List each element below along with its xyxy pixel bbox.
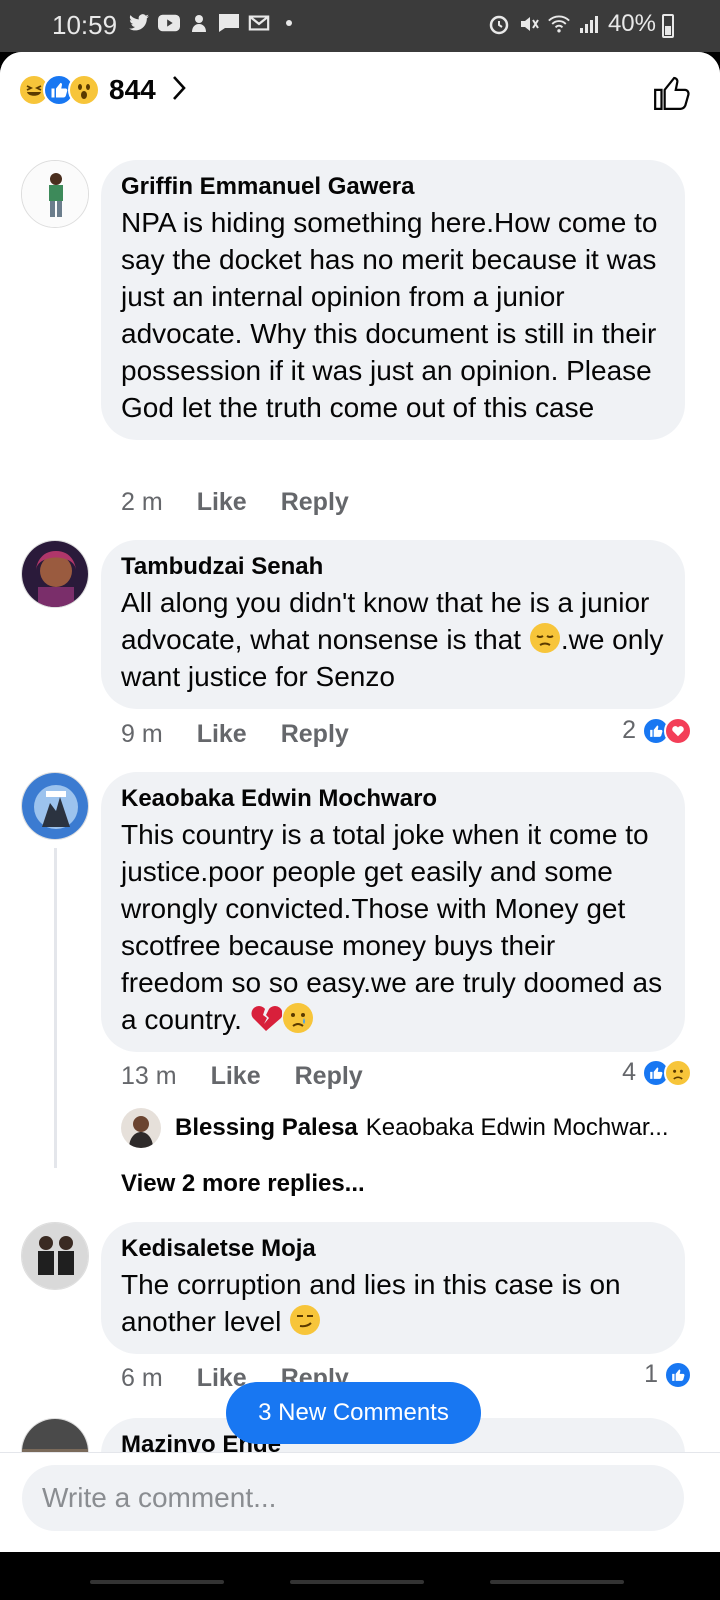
comment-author[interactable]: Griffin Emmanuel Gawera: [121, 172, 665, 202]
reply-author[interactable]: Blessing Palesa: [175, 1114, 358, 1142]
pensive-emoji-icon: [529, 623, 560, 653]
comment-time: 9 m: [121, 720, 163, 748]
signal-icon: [578, 13, 600, 35]
comment-author[interactable]: Kedisaletse Moja: [121, 1234, 665, 1264]
smirk-emoji-icon: [290, 1305, 321, 1335]
app-icon: [188, 12, 210, 34]
comment-actions: 9 m Like Reply: [121, 720, 349, 749]
comment-text-part: This country is a total joke when it com…: [121, 819, 663, 1035]
comment-input[interactable]: [22, 1465, 684, 1531]
notification-icons: [128, 12, 300, 34]
status-bar: 10:59 40%: [0, 0, 720, 52]
nav-home-handle[interactable]: [290, 1580, 424, 1584]
like-button[interactable]: Like: [211, 1062, 261, 1091]
comment-bubble: Kedisaletse Moja The corruption and lies…: [101, 1222, 685, 1354]
twitter-icon: [128, 12, 150, 34]
like-button[interactable]: Like: [197, 720, 247, 749]
wifi-icon: [548, 13, 570, 35]
comment-text: This country is a total joke when it com…: [121, 816, 665, 1038]
reaction-count: 1: [644, 1360, 658, 1388]
comment-bubble: Tambudzai Senah All along you didn't kno…: [101, 540, 685, 709]
comment-time: 6 m: [121, 1364, 163, 1392]
chevron-right-icon: [172, 75, 186, 106]
alarm-icon: [488, 13, 510, 35]
like-reaction-icon: [664, 1360, 692, 1389]
comment-actions: 13 m Like Reply: [121, 1062, 363, 1091]
comment-reactions[interactable]: 4: [622, 1058, 692, 1087]
reaction-count: 2: [622, 716, 636, 744]
sad-reaction-icon: [664, 1058, 692, 1087]
thread-line: [54, 848, 57, 1168]
reaction-count: 4: [622, 1058, 636, 1086]
comment-bubble: Griffin Emmanuel Gawera NPA is hiding so…: [101, 160, 685, 440]
nav-back-handle[interactable]: [490, 1580, 624, 1584]
love-reaction-icon: [664, 716, 692, 745]
new-comments-button[interactable]: 3 New Comments: [226, 1382, 481, 1444]
mute-icon: [518, 13, 540, 35]
reply-button[interactable]: Reply: [281, 488, 349, 517]
avatar[interactable]: [21, 772, 89, 840]
comment-text: All along you didn't know that he is a j…: [121, 584, 665, 695]
comment-text: The corruption and lies in this case is …: [121, 1266, 665, 1340]
avatar[interactable]: [21, 160, 89, 228]
message-icon: [218, 12, 240, 34]
comment-time: 2 m: [121, 488, 163, 516]
status-time: 10:59: [52, 10, 118, 40]
reactions-summary[interactable]: 844: [18, 74, 186, 106]
dot-icon: [278, 12, 300, 34]
reply-button[interactable]: Reply: [281, 720, 349, 749]
reply-preview[interactable]: Blessing Palesa Keaobaka Edwin Mochwar..…: [121, 1108, 669, 1148]
crying-emoji-icon: [282, 1003, 313, 1033]
comment-reactions[interactable]: 1: [644, 1360, 692, 1389]
avatar[interactable]: [21, 1222, 89, 1290]
avatar: [121, 1108, 161, 1148]
comment-reactions[interactable]: 2: [622, 716, 692, 745]
avatar[interactable]: [21, 540, 89, 608]
nav-recents-handle[interactable]: [90, 1580, 224, 1584]
comment-text-part: The corruption and lies in this case is …: [121, 1269, 621, 1337]
gmail-icon: [248, 12, 270, 34]
comment-composer: [0, 1452, 720, 1552]
comment-author[interactable]: Tambudzai Senah: [121, 552, 665, 582]
youtube-icon: [158, 12, 180, 34]
comment-actions: 2 m Like Reply: [121, 488, 349, 517]
wow-reaction-icon: [68, 74, 100, 106]
comment-time: 13 m: [121, 1062, 177, 1090]
reply-button[interactable]: Reply: [295, 1062, 363, 1091]
navigation-bar: [0, 1552, 720, 1600]
comment-bubble: Keaobaka Edwin Mochwaro This country is …: [101, 772, 685, 1052]
battery-icon: [662, 14, 674, 38]
reply-text: Keaobaka Edwin Mochwar...: [365, 1114, 669, 1141]
reactions-header: 844: [0, 52, 720, 132]
like-button[interactable]: Like: [197, 488, 247, 517]
comment-author[interactable]: Keaobaka Edwin Mochwaro: [121, 784, 665, 814]
comment-text: NPA is hiding something here.How come to…: [121, 207, 658, 423]
reaction-count: 844: [109, 74, 156, 105]
battery-percent: 40%: [607, 10, 656, 37]
like-post-button[interactable]: [652, 74, 690, 117]
broken-heart-emoji-icon: [251, 1006, 282, 1031]
comments-sheet: 844 Griffin Emmanuel Gawera NPA is hidin…: [0, 52, 720, 1552]
view-more-replies-link[interactable]: View 2 more replies...: [121, 1170, 365, 1198]
system-icons: 40%: [488, 10, 656, 38]
